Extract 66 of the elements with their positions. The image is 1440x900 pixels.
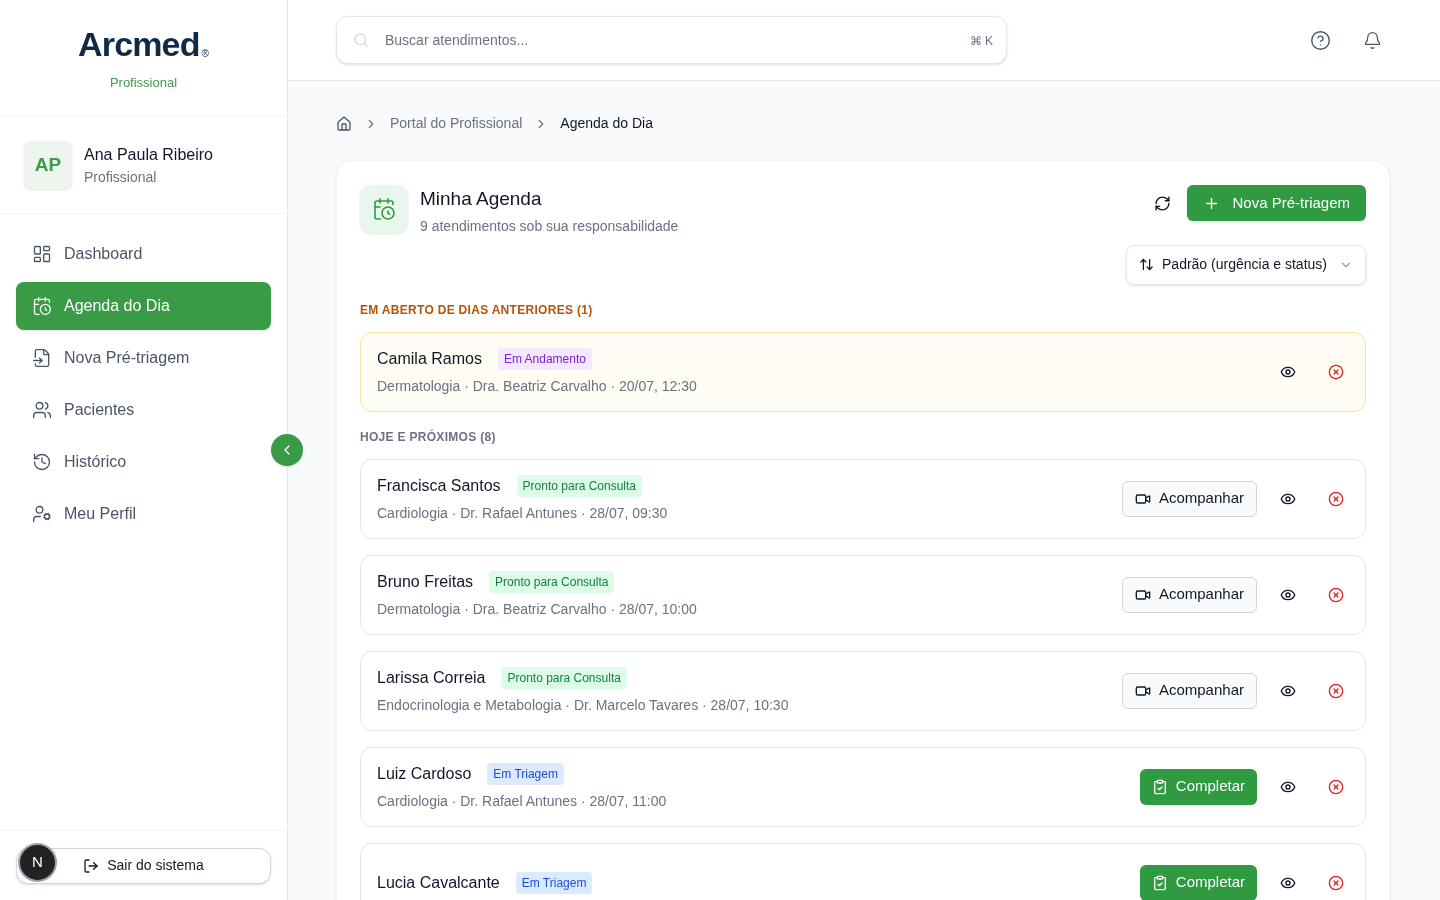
status-tag: Em Triagem: [515, 871, 593, 894]
nav-item[interactable]: Agenda do Dia: [16, 282, 271, 330]
nav-icon: [32, 296, 52, 316]
collapse-button[interactable]: [271, 434, 303, 466]
nav-item[interactable]: Nova Pré-triagem: [16, 334, 271, 382]
search-icon: [353, 32, 369, 48]
app-subtitle: Profissional: [109, 74, 178, 93]
shortcut-hint: ⌘ K: [969, 33, 993, 50]
appointment-details: Dermatologia · Dra. Beatriz Carvalho · 28/07, 10:00: [377, 599, 697, 619]
nav-item[interactable]: Pacientes: [16, 386, 271, 434]
new-pretriage-button[interactable]: Nova Pré-triagem: [1187, 185, 1366, 221]
complete-button[interactable]: Completar: [1139, 768, 1257, 805]
cancel-icon: [1328, 490, 1344, 507]
user-role: Profissional: [84, 167, 158, 187]
status-tag: Pronto para Consulta: [516, 474, 642, 497]
status-tag: Pronto para Consulta: [489, 570, 615, 593]
cancel-icon: [1328, 778, 1344, 795]
nav-icon: [32, 244, 52, 264]
cancel-icon: [1328, 682, 1344, 699]
help-icon[interactable]: [1310, 29, 1331, 51]
patient-name: Lucia Cavalcante: [377, 872, 500, 893]
patient-name: Francisca Santos: [377, 475, 501, 496]
nav-icon: [32, 348, 52, 368]
follow-button[interactable]: Acompanhar: [1121, 672, 1257, 709]
breadcrumb-item: Agenda do Dia: [560, 114, 653, 133]
nav-icon: [32, 504, 52, 524]
nav-item[interactable]: Meu Perfil: [16, 490, 271, 538]
follow-button[interactable]: Acompanhar: [1121, 576, 1257, 613]
page-title: Minha Agenda: [420, 187, 543, 211]
patient-name: Luiz Cardoso: [377, 763, 472, 784]
registered-mark: ®: [201, 47, 209, 62]
patient-name: Bruno Freitas: [377, 571, 474, 592]
breadcrumb-item[interactable]: Portal do Profissional: [390, 113, 523, 134]
clipboard-check-icon: [1151, 874, 1168, 891]
complete-button[interactable]: Completar: [1139, 864, 1257, 900]
cancel-icon: [1328, 586, 1344, 603]
appointment-details: Cardiologia · Dr. Rafael Antunes · 28/07, 09:30: [377, 503, 668, 523]
logo: Arcmed: [78, 27, 200, 62]
user-name: Ana Paula Ribeiro: [84, 144, 213, 165]
appointment-details: Cardiologia · Dr. Rafael Antunes · 28/07, 11:00: [377, 791, 667, 811]
nav-item[interactable]: Dashboard: [16, 230, 271, 278]
cancel-icon: [1328, 874, 1344, 891]
calendar-clock-icon: [372, 197, 396, 221]
follow-button[interactable]: Acompanhar: [1121, 480, 1257, 517]
section-heading: EM ABERTO DE DIAS ANTERIORES (1): [360, 301, 594, 319]
patient-name: Camila Ramos: [377, 348, 482, 369]
sort-icon: [1139, 257, 1154, 272]
nav-icon: [32, 452, 52, 472]
cancel-icon: [1328, 363, 1344, 380]
status-tag: Em Triagem: [487, 762, 564, 785]
appointment-details: Dermatologia · Dra. Beatriz Carvalho · 20/07, 12:30: [377, 376, 697, 396]
appointment-details: Endocrinologia e Metabologia · Dr. Marcelo Tavares · 28/07, 10:30: [377, 695, 789, 715]
clipboard-check-icon: [1151, 778, 1168, 795]
notification-icon[interactable]: [1363, 30, 1382, 50]
refresh-icon[interactable]: [1154, 194, 1172, 212]
sort-select[interactable]: Padrão (urgência e status): [1126, 244, 1366, 285]
status-tag: Pronto para Consulta: [501, 666, 627, 689]
page-subtitle: 9 atendimentos sob sua responsabilidade: [420, 216, 679, 236]
status-tag: Em Andamento: [497, 347, 592, 370]
user-avatar: AP: [24, 141, 72, 189]
nav-icon: [32, 400, 52, 420]
home-icon[interactable]: [336, 115, 352, 132]
nav-item[interactable]: Histórico: [16, 438, 271, 486]
patient-name: Larissa Correia: [377, 667, 486, 688]
logout-icon: [83, 857, 100, 874]
section-heading: HOJE E PRÓXIMOS (8): [360, 428, 497, 446]
